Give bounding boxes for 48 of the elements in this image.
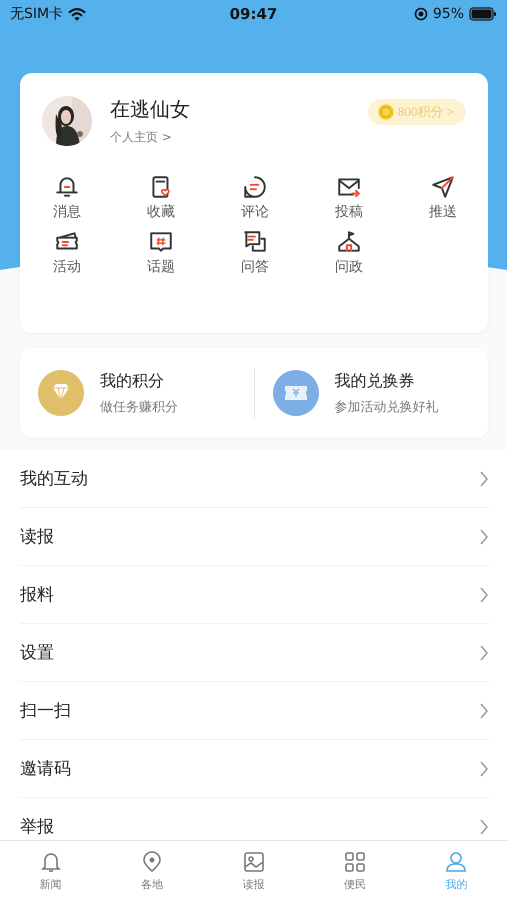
reward-subtitle: 做任务赚积分 (100, 398, 178, 416)
reward-title: 我的积分 (100, 370, 165, 392)
tab[interactable]: 便民 (304, 841, 406, 900)
menu-item[interactable]: 读报 (20, 525, 54, 548)
shortcut-button[interactable]: 收藏 (147, 174, 175, 221)
shortcut-button[interactable]: 话题 (147, 229, 175, 276)
chevron-right-icon (479, 644, 489, 660)
tab[interactable]: 各地 (101, 841, 203, 900)
menu-item[interactable]: 举报 (20, 815, 54, 838)
profile-link[interactable]: 个人主页 > (110, 129, 172, 146)
user-name: 在逃仙女 (110, 96, 190, 123)
shortcut-button[interactable]: 评论 (241, 174, 269, 221)
clock-time: 09:47 (230, 5, 278, 23)
menu-item[interactable]: 我的互动 (20, 467, 88, 490)
reward-subtitle: 参加活动兑换好礼 (334, 398, 438, 416)
tab[interactable]: 新闻 (0, 841, 102, 900)
chevron-right-icon (479, 760, 489, 776)
coin-icon (378, 104, 394, 120)
shortcut-button[interactable]: 消息 (53, 174, 81, 221)
paper-plane-icon (430, 174, 456, 200)
person-icon (444, 850, 468, 874)
chevron-right-icon (479, 528, 489, 544)
orientation-lock-icon (414, 7, 428, 21)
chevron-right-icon (479, 586, 489, 602)
reward-title: 我的兑换券 (334, 370, 416, 392)
chat-bubble-icon (242, 174, 268, 200)
grid-icon (342, 850, 367, 874)
menu-item[interactable]: 报料 (20, 583, 54, 606)
chevron-right-icon (479, 818, 489, 834)
battery-percent: 95% (432, 6, 464, 22)
tab[interactable]: 读报 (202, 841, 304, 900)
menu-item[interactable]: 邀请码 (20, 757, 71, 780)
shortcut-button[interactable]: 活动 (53, 229, 81, 276)
carrier-label: 无SIM卡 (10, 5, 64, 23)
wifi-icon (68, 6, 86, 22)
image-icon (242, 850, 266, 874)
shortcut-button[interactable]: 问答 (241, 229, 269, 276)
reward-entry[interactable]: 我的兑换券 参加活动兑换好礼 (254, 370, 488, 416)
shortcut-button[interactable]: 投稿 (335, 174, 363, 221)
shortcut-button[interactable]: 推送 (429, 174, 457, 221)
battery-icon (469, 7, 497, 21)
ticket-icon (272, 370, 318, 416)
chevron-right-icon (479, 702, 489, 718)
reward-entry[interactable]: 我的积分 做任务赚积分 (20, 370, 254, 416)
chevron-right-icon (479, 470, 489, 486)
menu-item[interactable]: 设置 (20, 641, 54, 664)
shortcut-button[interactable]: 问政 (335, 229, 363, 276)
menu-item[interactable]: 扫一扫 (20, 699, 71, 722)
